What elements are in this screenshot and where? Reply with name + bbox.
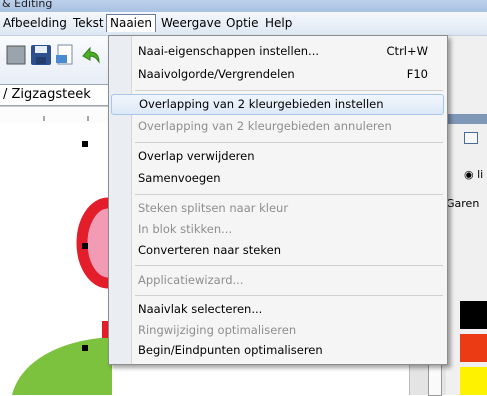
window-title: & Editing [2,0,53,10]
menu-item-shortcut: F10 [406,67,428,81]
menu-separator [135,295,443,296]
menu-separator [135,265,443,266]
ruler-ticks [43,116,89,121]
menu-item-label: Steken splitsen naar kleur [138,201,289,215]
import-icon[interactable] [54,44,76,66]
color-swatch-yellow[interactable] [460,367,487,395]
menu-item-overlapping-instellen[interactable]: Overlapping van 2 kleurgebieden instelle… [111,94,444,115]
undo-icon[interactable] [80,44,102,66]
thread-label: Garen [446,197,480,210]
stitch-type-value: Zigzagsteek [11,87,91,102]
panel-header [446,114,487,124]
ruler [0,106,112,124]
menu-item-label: Converteren naar steken [138,243,281,257]
toolbar-icon[interactable] [6,44,28,66]
scrollbar-thumb[interactable] [428,360,442,396]
menu-item-overlap-verwijderen[interactable]: Overlap verwijderen [111,146,442,167]
color-swatch-red[interactable] [460,334,487,362]
menu-item-ringwijziging[interactable]: Ringwijziging optimaliseren [111,320,442,341]
radio-label: li [477,168,484,181]
design-artwork [12,197,112,395]
menu-item-naai-eigenschappen[interactable]: Naai-eigenschappen instellen... Ctrl+W [111,41,442,62]
menu-item-naaivolgorde[interactable]: Naaivolgorde/Vergrendelen F10 [111,64,442,85]
menu-item-label: Naai-eigenschappen instellen... [138,44,320,58]
naaien-dropdown-menu: Naai-eigenschappen instellen... Ctrl+W N… [108,35,448,365]
menu-item-in-blok-stikken[interactable]: In blok stikken... [111,219,442,240]
menu-tekst[interactable]: Tekst [70,15,107,32]
menu-weergave[interactable]: Weergave [158,15,224,32]
menu-item-converteren[interactable]: Converteren naar steken [111,240,442,261]
menu-item-overlapping-annuleren[interactable]: Overlapping van 2 kleurgebieden annulere… [111,116,442,137]
menu-item-label: Ringwijziging optimaliseren [138,323,297,337]
menu-item-steken-splitsen[interactable]: Steken splitsen naar kleur [111,198,442,219]
window-title-bar: & Editing [0,0,487,12]
stitch-type-prefix: / [3,87,8,102]
menu-afbeelding[interactable]: Afbeelding [0,15,70,32]
menu-optie[interactable]: Optie [223,15,261,32]
menu-item-label: Overlapping van 2 kleurgebieden instelle… [139,97,384,111]
menu-item-samenvoegen[interactable]: Samenvoegen [111,168,442,189]
design-canvas[interactable] [0,123,112,395]
menu-item-shortcut: Ctrl+W [386,44,428,58]
color-icon[interactable] [464,132,478,144]
menu-item-label: Naaivlak selecteren... [138,302,263,316]
menu-item-label: Naaivolgorde/Vergrendelen [138,67,295,81]
radio-icon: ◉ [464,168,474,181]
selection-handle[interactable] [82,243,88,249]
thread-radio[interactable]: ◉ li [464,168,483,181]
menu-separator [135,194,443,195]
selection-handle[interactable] [82,141,88,147]
menu-help[interactable]: Help [262,15,295,32]
menu-item-label: Samenvoegen [138,171,221,185]
menu-item-begin-eindpunten[interactable]: Begin/Eindpunten optimaliseren [111,340,442,361]
menu-separator [135,142,443,143]
menu-item-label: Begin/Eindpunten optimaliseren [138,343,323,357]
save-icon[interactable] [30,44,52,66]
menu-item-label: In blok stikken... [138,222,233,236]
menu-item-label: Overlap verwijderen [138,149,255,163]
stitch-type-selector[interactable]: / Zigzagsteek [0,84,116,106]
menu-item-label: Overlapping van 2 kleurgebieden annulere… [138,119,392,133]
menu-item-applicatiewizard[interactable]: Applicatiewizard... [111,270,442,291]
selection-handle[interactable] [82,345,88,351]
menu-bar: Afbeelding Tekst Naaien Weergave Optie H… [0,12,487,36]
right-panel: ◉ li Garen [446,36,487,395]
color-swatch-black[interactable] [460,301,487,329]
menu-separator [135,90,443,91]
menu-naaien[interactable]: Naaien [106,14,157,32]
menu-item-naaivlak-selecteren[interactable]: Naaivlak selecteren... [111,299,442,320]
menu-item-label: Applicatiewizard... [138,273,244,287]
